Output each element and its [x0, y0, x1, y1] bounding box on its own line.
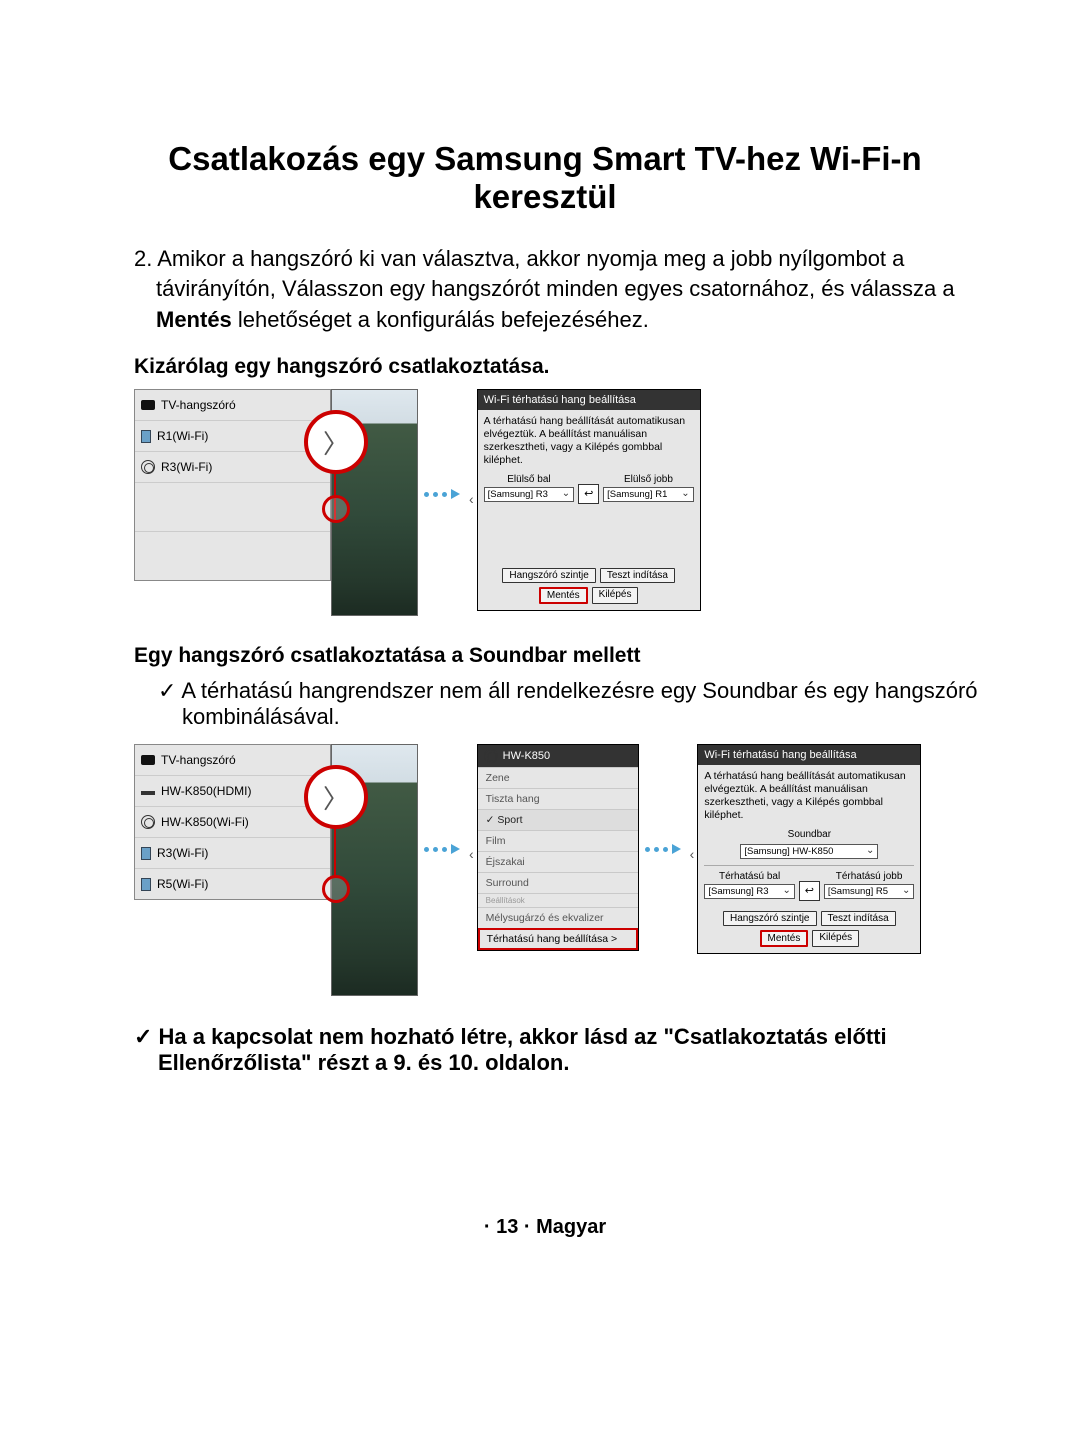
step-text-2: lehetőséget a konfigurálás befejezéséhez…: [232, 307, 649, 332]
figure-row-1: TV-hangszóró R1(Wi-Fi) R3(Wi-Fi) 〉 ‹ Wi-…: [134, 389, 980, 616]
surround-right-select[interactable]: [Samsung] R5: [824, 884, 915, 899]
save-button[interactable]: Mentés: [760, 930, 809, 947]
menu-item[interactable]: Tiszta hang: [478, 788, 638, 809]
menu-item[interactable]: Surround: [478, 872, 638, 893]
round-speaker-icon: [141, 815, 155, 829]
speaker-list-1: TV-hangszóró R1(Wi-Fi) R3(Wi-Fi): [134, 389, 331, 581]
list-label: R3(Wi-Fi): [157, 846, 208, 860]
step-number: 2.: [134, 246, 157, 271]
background-image-2: 〉: [331, 744, 418, 996]
note-connection-checklist: ✓ Ha a kapcsolat nem hozható létre, akko…: [134, 1024, 980, 1076]
surround-left-select[interactable]: [Samsung] R3: [704, 884, 795, 899]
popup-title: Wi-Fi térhatású hang beállítása: [478, 390, 700, 410]
step-bold: Mentés: [156, 307, 232, 332]
wifi-surround-popup-2: Wi-Fi térhatású hang beállítása A térhat…: [697, 744, 921, 954]
note-surround-unavailable: ✓ A térhatású hangrendszer nem áll rende…: [158, 678, 980, 730]
section-2-heading: Egy hangszóró csatlakoztatása a Soundbar…: [134, 644, 980, 668]
list-label: R5(Wi-Fi): [157, 877, 208, 891]
callout-dot-icon: [322, 495, 350, 523]
front-right-select[interactable]: [Samsung] R1: [603, 487, 694, 502]
list-item[interactable]: R1(Wi-Fi): [135, 421, 330, 452]
soundbar-icon: [141, 791, 155, 795]
surround-right-label: Térhatású jobb: [824, 871, 915, 882]
list-label: TV-hangszóró: [161, 753, 236, 767]
save-button[interactable]: Mentés: [539, 587, 588, 604]
speaker-icon: [141, 878, 151, 891]
instruction-step-2: 2. Amikor a hangszóró ki van választva, …: [134, 244, 980, 335]
figure-row-2: TV-hangszóró HW-K850(HDMI) HW-K850(Wi-Fi…: [134, 744, 980, 996]
divider: [704, 865, 914, 866]
swap-icon[interactable]: ↩: [578, 484, 599, 504]
list-item[interactable]: TV-hangszóró: [135, 390, 330, 421]
round-speaker-icon: [141, 460, 155, 474]
menu-title-text: HW-K850: [503, 750, 550, 762]
speaker-level-button[interactable]: Hangszóró szintje: [723, 911, 816, 926]
soundbar-select[interactable]: [Samsung] HW-K850: [740, 844, 878, 859]
right-arrow-callout-icon: 〉: [304, 765, 368, 829]
round-speaker-icon: [484, 749, 498, 763]
exit-button[interactable]: Kilépés: [592, 587, 639, 604]
menu-item[interactable]: Film: [478, 830, 638, 851]
chevron-left-icon: ‹: [690, 846, 695, 862]
popup-title: Wi-Fi térhatású hang beállítása: [698, 745, 920, 765]
list-item[interactable]: TV-hangszóró: [135, 745, 330, 776]
soundbar-label: Soundbar: [704, 829, 914, 840]
list-item-empty: [135, 532, 330, 580]
front-left-select[interactable]: [Samsung] R3: [484, 487, 575, 502]
surround-setup-menu-item[interactable]: Térhatású hang beállítása >: [478, 928, 638, 950]
list-item[interactable]: HW-K850(Wi-Fi): [135, 807, 330, 838]
menu-title: HW-K850: [478, 745, 638, 767]
start-test-button[interactable]: Teszt indítása: [600, 568, 675, 583]
list-label: R1(Wi-Fi): [157, 429, 208, 443]
chevron-left-icon: ‹: [469, 491, 474, 507]
menu-item[interactable]: Zene: [478, 767, 638, 788]
menu-item[interactable]: Éjszakai: [478, 851, 638, 872]
surround-left-label: Térhatású bal: [704, 871, 795, 882]
list-label: HW-K850(Wi-Fi): [161, 815, 249, 829]
tv-icon: [141, 400, 155, 410]
callout-dot-icon: [322, 875, 350, 903]
flow-arrow-icon: [645, 844, 681, 854]
speaker-level-button[interactable]: Hangszóró szintje: [502, 568, 595, 583]
list-label: TV-hangszóró: [161, 398, 236, 412]
flow-arrow-icon: [424, 844, 460, 854]
soundbar-menu-popup: HW-K850 Zene Tiszta hang Sport Film Éjsz…: [477, 744, 639, 951]
list-item[interactable]: R3(Wi-Fi): [135, 452, 330, 483]
list-item[interactable]: R5(Wi-Fi): [135, 869, 330, 899]
menu-item-selected[interactable]: Sport: [478, 809, 638, 830]
background-image-1: 〉: [331, 389, 418, 616]
list-item-empty: [135, 483, 330, 532]
list-item[interactable]: R3(Wi-Fi): [135, 838, 330, 869]
menu-item[interactable]: Mélysugárzó és ekvalizer: [478, 907, 638, 928]
menu-section-label: Beállítások: [478, 893, 638, 907]
front-right-label: Elülső jobb: [603, 474, 694, 485]
tv-icon: [141, 755, 155, 765]
flow-arrow-icon: [424, 489, 460, 499]
list-label: R3(Wi-Fi): [161, 460, 212, 474]
section-1-heading: Kizárólag egy hangszóró csatlakoztatása.: [134, 355, 980, 379]
popup-description: A térhatású hang beállítását automatikus…: [484, 415, 694, 468]
list-item[interactable]: HW-K850(HDMI): [135, 776, 330, 807]
speaker-icon: [141, 430, 151, 443]
speaker-list-2: TV-hangszóró HW-K850(HDMI) HW-K850(Wi-Fi…: [134, 744, 331, 900]
popup-description: A térhatású hang beállítását automatikus…: [704, 770, 914, 823]
chevron-left-icon: ‹: [469, 846, 474, 862]
start-test-button[interactable]: Teszt indítása: [821, 911, 896, 926]
front-left-label: Elülső bal: [484, 474, 575, 485]
page-footer: · 13 · Magyar: [110, 1216, 980, 1239]
exit-button[interactable]: Kilépés: [812, 930, 859, 947]
step-text-1: Amikor a hangszóró ki van választva, akk…: [156, 246, 955, 301]
right-arrow-callout-icon: 〉: [304, 410, 368, 474]
speaker-icon: [141, 847, 151, 860]
wifi-surround-popup-1: Wi-Fi térhatású hang beállítása A térhat…: [477, 389, 701, 611]
page-title: Csatlakozás egy Samsung Smart TV-hez Wi-…: [110, 140, 980, 216]
list-label: HW-K850(HDMI): [161, 784, 251, 798]
swap-icon[interactable]: ↩: [799, 881, 820, 901]
